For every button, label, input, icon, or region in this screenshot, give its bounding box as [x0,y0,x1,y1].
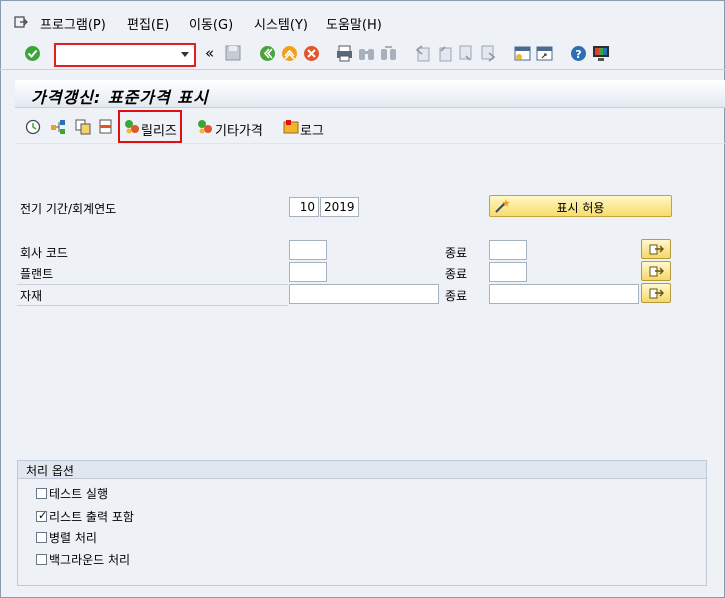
collapse-toolbar-icon[interactable]: « [205,44,214,62]
shortcut-icon[interactable] [536,45,553,62]
menu-help[interactable]: 도움말(H) [326,14,382,33]
display-allow-button[interactable]: 표시 허용 [489,195,672,217]
parallel-processing-checkbox[interactable] [36,532,47,543]
first-page-icon[interactable] [414,45,431,62]
print-icon[interactable] [336,45,353,62]
arrow-right-icon [649,288,664,299]
svg-text:?: ? [575,48,581,61]
chevron-down-icon[interactable] [181,52,189,57]
back-icon[interactable] [259,45,276,62]
menu-goto[interactable]: 이동(G) [189,14,233,33]
other-price-button[interactable]: 기타가격 [215,120,263,139]
material-multiple-selection-button[interactable] [641,283,671,303]
page-title: 가격갱신: 표준가격 표시 [31,88,209,107]
save-icon[interactable] [225,45,241,61]
company-code-label: 회사 코드 [20,246,68,260]
hierarchy-icon[interactable] [50,119,66,135]
menu-bar: 프로그램(P) 편집(E) 이동(G) 시스템(Y) 도움말(H) [0,8,725,36]
row-divider [17,305,288,306]
company-code-to-field[interactable] [489,240,527,260]
row-divider [17,284,288,285]
next-page-icon[interactable] [458,45,475,62]
find-icon[interactable] [358,45,375,62]
exit-menu-icon[interactable] [14,15,28,29]
material-label: 자재 [20,289,43,303]
list-output-label: 리스트 출력 포함 [49,510,134,524]
material-from-field[interactable] [289,284,439,304]
display-allow-label: 표시 허용 [556,201,605,215]
period-field[interactable]: 10 [289,197,319,217]
release-highlight [118,110,182,143]
system-toolbar: « ? [0,38,725,70]
delete-row-icon[interactable] [98,119,114,135]
background-processing-checkbox[interactable] [36,554,47,565]
background-processing-label: 백그라운드 처리 [49,553,131,567]
command-field[interactable] [54,43,196,67]
menu-system[interactable]: 시스템(Y) [254,14,308,33]
exit-icon[interactable] [281,45,298,62]
last-page-icon[interactable] [480,45,497,62]
period-label: 전기 기간/회계연도 [20,202,117,216]
plant-multiple-selection-button[interactable] [641,261,671,281]
test-run-label: 테스트 실행 [49,487,109,501]
company-code-to-label: 종료 [445,246,468,260]
material-to-field[interactable] [489,284,639,304]
parallel-processing-label: 병렬 처리 [49,531,97,545]
menu-edit[interactable]: 편집(E) [127,14,169,33]
arrow-right-icon [649,244,664,255]
checkmark-icon: ✓ [38,509,48,522]
plant-to-field[interactable] [489,262,527,282]
processing-options-group: 처리 옵션 테스트 실행 ✓ 리스트 출력 포함 병렬 처리 백그라운드 처리 [17,460,707,586]
screen-title-bar: 가격갱신: 표준가격 표시 [15,80,725,108]
previous-page-icon[interactable] [436,45,453,62]
group-header: 처리 옵션 [18,461,706,479]
test-run-checkbox[interactable] [36,488,47,499]
command-input[interactable] [58,46,180,64]
fiscal-year-field[interactable]: 2019 [320,197,359,217]
list-output-checkbox[interactable]: ✓ [36,509,48,522]
company-code-multiple-selection-button[interactable] [641,239,671,259]
group-title: 처리 옵션 [26,464,74,478]
copy-icon[interactable] [75,119,91,135]
plant-from-field[interactable] [289,262,327,282]
log-icon[interactable] [283,119,299,135]
other-price-icon[interactable] [197,119,213,135]
plant-label: 플랜트 [20,267,54,281]
company-code-from-field[interactable] [289,240,327,260]
execute-clock-icon[interactable] [25,119,41,135]
customize-layout-icon[interactable] [592,45,610,62]
log-button[interactable]: 로그 [300,120,324,139]
help-icon[interactable]: ? [570,45,587,62]
enter-check-icon[interactable] [24,45,41,62]
plant-to-label: 종료 [445,267,468,281]
arrow-right-icon [649,266,664,277]
menu-program[interactable]: 프로그램(P) [40,14,106,33]
material-to-label: 종료 [445,289,468,303]
cancel-icon[interactable] [303,45,320,62]
create-session-icon[interactable] [514,45,531,62]
find-next-icon[interactable] [380,45,397,62]
